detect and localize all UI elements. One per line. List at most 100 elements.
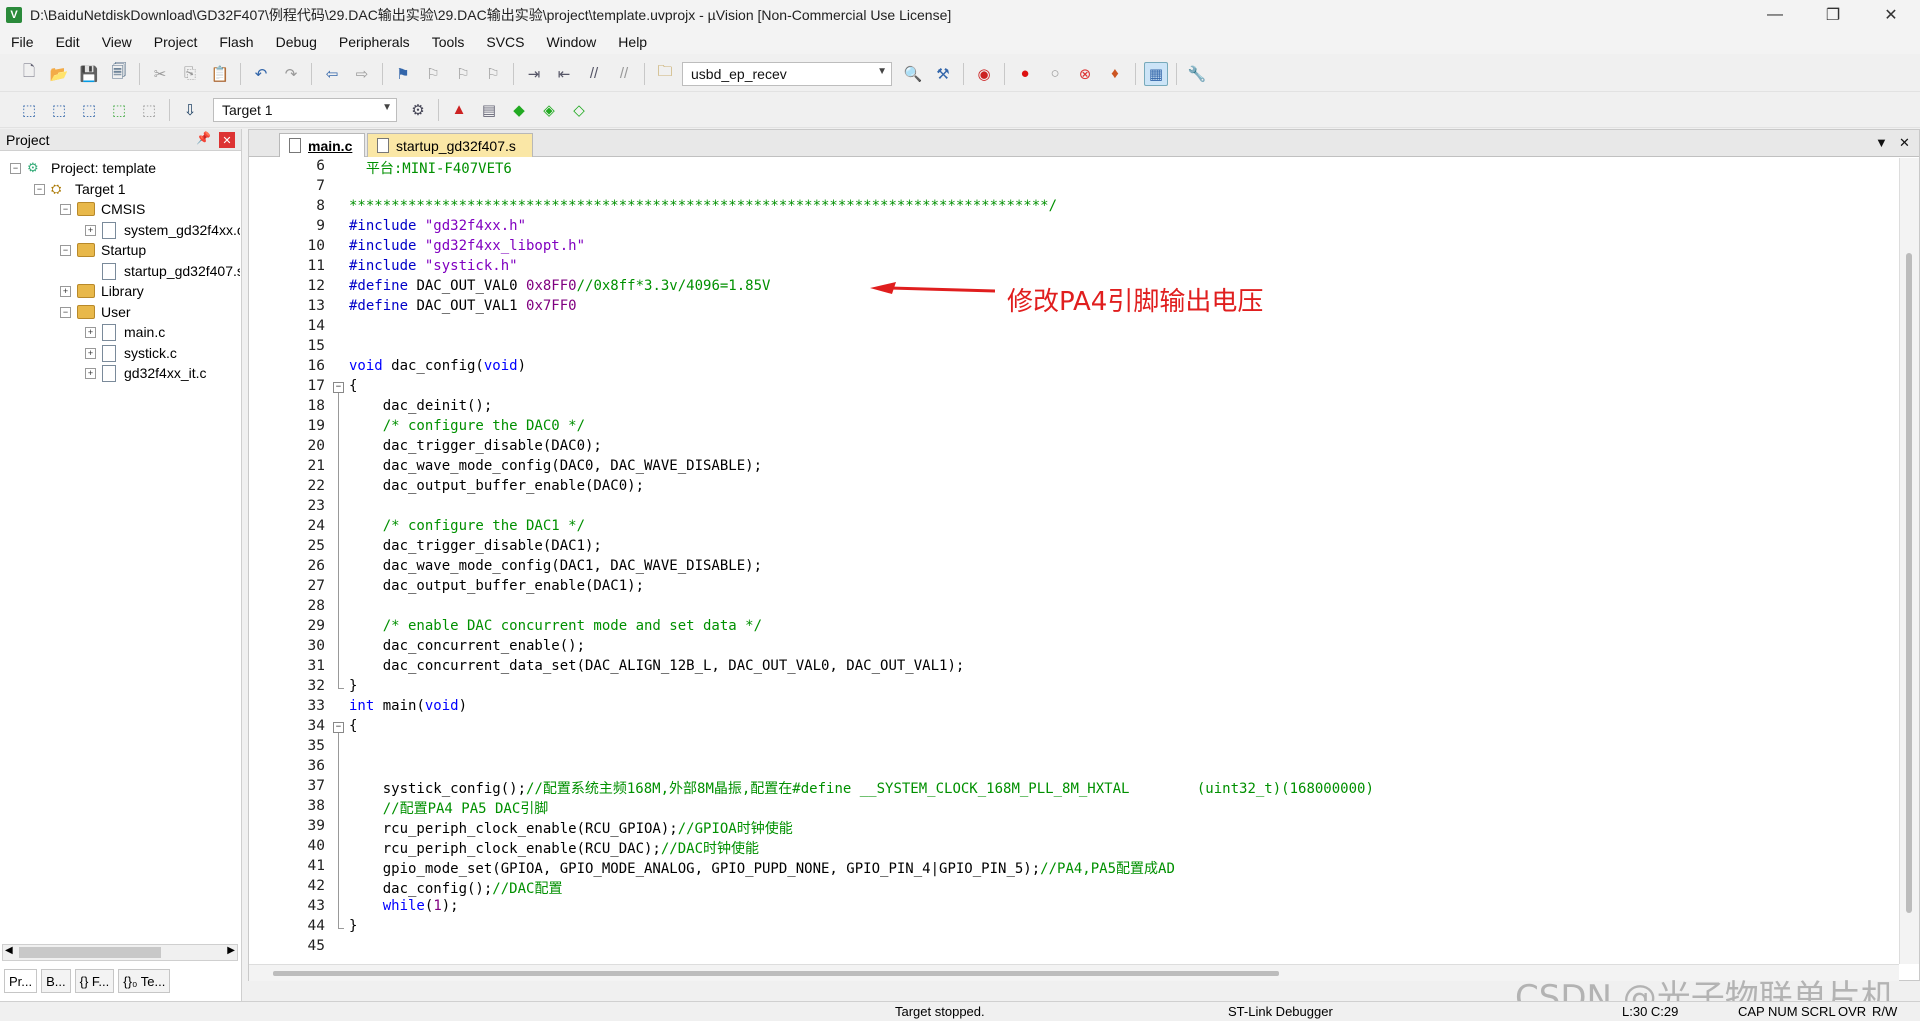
project-horizontal-scrollbar[interactable]: ◀ ▶ [2, 944, 238, 961]
menu-window[interactable]: Window [536, 34, 608, 50]
code-line[interactable]: 34−{ [249, 718, 1897, 738]
code-line[interactable]: 28 [249, 598, 1897, 618]
pack-installer-icon[interactable]: ◈ [537, 98, 561, 122]
unindent-icon[interactable]: ⇤ [552, 62, 576, 86]
menu-svcs[interactable]: SVCS [475, 34, 535, 50]
menu-help[interactable]: Help [607, 34, 658, 50]
menu-peripherals[interactable]: Peripherals [328, 34, 421, 50]
tab-functions[interactable]: {} F... [74, 969, 115, 993]
collapse-icon[interactable]: − [10, 162, 21, 174]
menu-view[interactable]: View [91, 34, 143, 50]
code-line[interactable]: 10 #include "gd32f4xx_libopt.h" [249, 238, 1897, 258]
code-line[interactable]: 43 while(1); [249, 898, 1897, 918]
code-line[interactable]: 45 [249, 938, 1897, 958]
code-editor[interactable]: 6 平台:MINI-F407VET6 7 8 ********************… [249, 158, 1897, 964]
chevron-down-icon[interactable]: ▼ [382, 102, 392, 113]
file-extensions-icon[interactable]: ▤ [477, 98, 501, 122]
expand-icon[interactable]: + [85, 224, 96, 236]
minimize-button[interactable]: — [1746, 0, 1804, 30]
editor-vertical-scrollbar[interactable] [1899, 158, 1919, 964]
breakpoint-icon[interactable]: ● [1013, 62, 1037, 86]
code-line[interactable]: 41 gpio_mode_set(GPIOA, GPIO_MODE_ANALOG… [249, 858, 1897, 878]
fold-collapse-icon[interactable]: − [333, 378, 344, 398]
code-line[interactable]: 6 平台:MINI-F407VET6 [249, 158, 1897, 178]
scrollbar-thumb[interactable] [19, 947, 161, 958]
find-combo[interactable]: usbd_ep_recev ▼ [682, 61, 892, 86]
code-line[interactable]: 24 /* configure the DAC1 */ [249, 518, 1897, 538]
tree-file[interactable]: startup_gd32f407.s [102, 260, 240, 282]
stop-build-icon[interactable]: ⬚ [137, 98, 161, 122]
code-line[interactable]: 33 int main(void) [249, 698, 1897, 718]
maximize-button[interactable]: ❐ [1804, 0, 1862, 30]
translate-icon[interactable]: ⬚ [17, 98, 41, 122]
code-line[interactable]: 29 /* enable DAC concurrent mode and set… [249, 618, 1897, 638]
code-line[interactable]: 42 dac_config();//DAC配置 [249, 878, 1897, 898]
tab-project[interactable]: Pr... [4, 969, 38, 993]
rebuild-icon[interactable]: ⬚ [77, 98, 101, 122]
code-line[interactable]: 26 dac_wave_mode_config(DAC1, DAC_WAVE_D… [249, 558, 1897, 578]
build-icon[interactable]: ⬚ [47, 98, 71, 122]
code-line[interactable]: 40 rcu_periph_clock_enable(RCU_DAC);//DA… [249, 838, 1897, 858]
expand-icon[interactable]: + [85, 367, 96, 379]
debug-session-icon[interactable]: ◉ [972, 62, 996, 86]
code-line[interactable]: 37 systick_config();//配置系统主频168M,外部8M晶振,… [249, 778, 1897, 798]
menu-file[interactable]: File [0, 34, 45, 50]
tab-main-c[interactable]: main.c [279, 133, 365, 157]
tree-group-startup[interactable]: − Startup [60, 239, 146, 261]
clear-bookmarks-icon[interactable]: ⚐ [481, 62, 505, 86]
code-line[interactable]: 9 #include "gd32f4xx.h" [249, 218, 1897, 238]
code-line[interactable]: 25 dac_trigger_disable(DAC1); [249, 538, 1897, 558]
bookmark-icon[interactable]: ⚑ [391, 62, 415, 86]
close-icon[interactable]: ✕ [219, 132, 235, 148]
code-line[interactable]: 27 dac_output_buffer_enable(DAC1); [249, 578, 1897, 598]
collapse-icon[interactable]: − [60, 244, 71, 256]
tree-group-library[interactable]: + Library [60, 280, 144, 302]
code-line[interactable]: 36 [249, 758, 1897, 778]
tab-startup-s[interactable]: startup_gd32f407.s [367, 133, 533, 157]
tree-file[interactable]: + gd32f4xx_it.c [85, 362, 207, 384]
indent-icon[interactable]: ⇥ [522, 62, 546, 86]
menu-edit[interactable]: Edit [45, 34, 91, 50]
disable-all-breakpoints-icon[interactable]: ♦ [1103, 62, 1127, 86]
collapse-icon[interactable]: − [34, 183, 45, 195]
code-line[interactable]: 30 dac_concurrent_enable(); [249, 638, 1897, 658]
disable-breakpoint-icon[interactable]: ○ [1043, 62, 1067, 86]
code-line[interactable]: 11 #include "systick.h" [249, 258, 1897, 278]
code-line[interactable]: 44} [249, 918, 1897, 938]
tree-project-root[interactable]: − ⚙ Project: template [10, 157, 156, 179]
close-tab-icon[interactable]: ✕ [1899, 135, 1910, 151]
code-line[interactable]: 20 dac_trigger_disable(DAC0); [249, 438, 1897, 458]
batch-build-icon[interactable]: ⬚ [107, 98, 131, 122]
manage-components-icon[interactable]: ▲ [447, 98, 471, 122]
pin-icon[interactable]: 📌 [196, 131, 211, 145]
expand-icon[interactable]: + [85, 326, 96, 338]
collapse-icon[interactable]: − [60, 306, 71, 318]
tab-books[interactable]: B... [41, 969, 71, 993]
target-options-icon[interactable]: ⚙ [406, 98, 430, 122]
code-line[interactable]: 35 [249, 738, 1897, 758]
code-line[interactable]: 19 /* configure the DAC0 */ [249, 418, 1897, 438]
code-line[interactable]: 21 dac_wave_mode_config(DAC0, DAC_WAVE_D… [249, 458, 1897, 478]
collapse-icon[interactable]: − [60, 203, 71, 215]
code-line[interactable]: 32} [249, 678, 1897, 698]
kill-breakpoints-icon[interactable]: ⊗ [1073, 62, 1097, 86]
download-icon[interactable]: ⇩ [178, 98, 202, 122]
menu-project[interactable]: Project [143, 34, 209, 50]
code-line[interactable]: 15 [249, 338, 1897, 358]
paste-icon[interactable]: 📋 [208, 62, 232, 86]
expand-icon[interactable]: + [85, 347, 96, 359]
prev-bookmark-icon[interactable]: ⚐ [421, 62, 445, 86]
tab-list-icon[interactable]: ▼ [1875, 135, 1888, 150]
redo-icon[interactable]: ↷ [279, 62, 303, 86]
comment-icon[interactable]: // [582, 62, 606, 86]
code-line[interactable]: 18 dac_deinit(); [249, 398, 1897, 418]
fold-collapse-icon[interactable]: − [333, 718, 344, 738]
code-line[interactable]: 23 [249, 498, 1897, 518]
copy-icon[interactable]: ⎘ [178, 62, 202, 86]
close-button[interactable]: ✕ [1862, 0, 1920, 30]
tree-file[interactable]: + systick.c [85, 342, 177, 364]
tree-file[interactable]: + system_gd32f4xx.c [85, 219, 240, 241]
scroll-right-icon[interactable]: ▶ [227, 945, 235, 956]
incremental-find-icon[interactable]: ⚒ [931, 62, 955, 86]
cut-icon[interactable]: ✂ [148, 62, 172, 86]
